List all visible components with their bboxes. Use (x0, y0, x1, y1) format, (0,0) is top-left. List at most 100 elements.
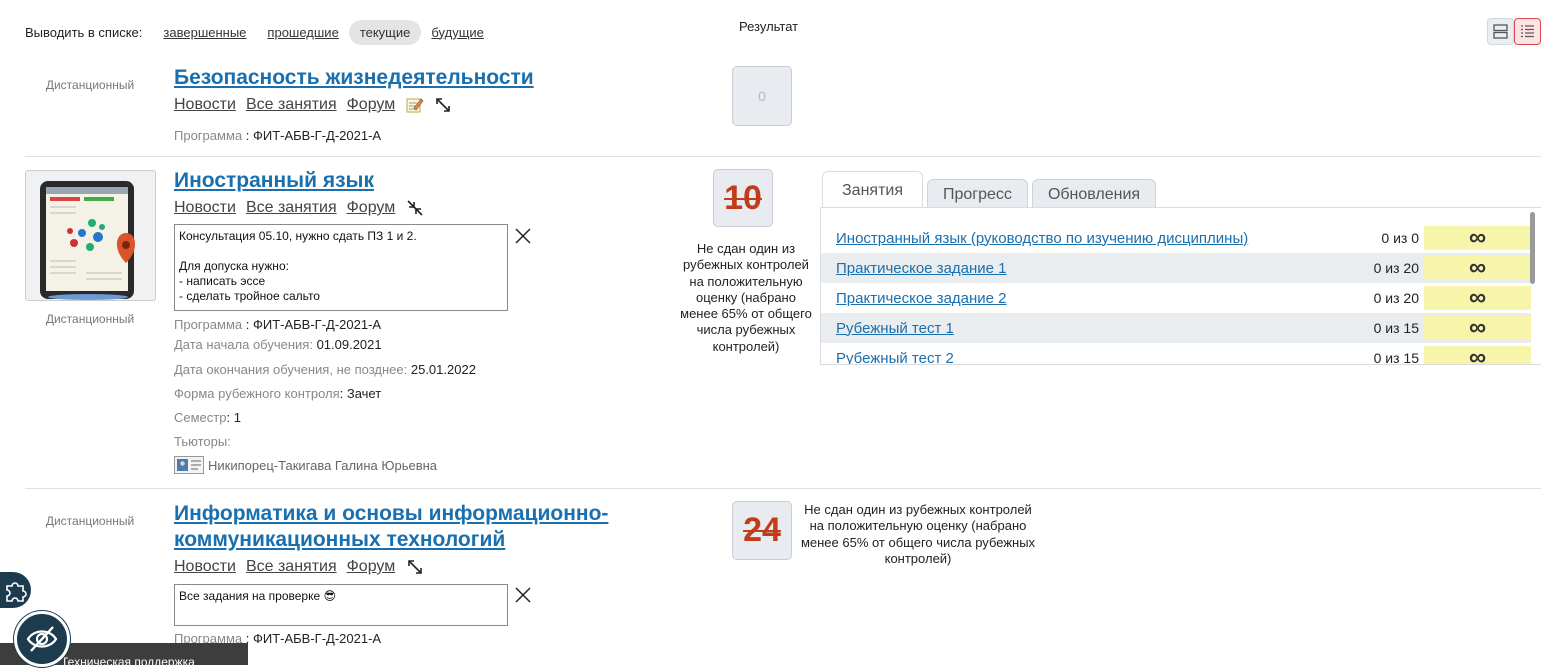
forum-link[interactable]: Форум (347, 558, 396, 576)
filter-current[interactable]: текущие (348, 19, 422, 45)
lesson-row: Иностранный язык (руководство по изучени… (821, 223, 1531, 253)
news-link[interactable]: Новости (174, 558, 236, 576)
program-value: : ФИТ-АБВ-Г-Д-2021-А (245, 631, 382, 646)
program-line: Программа : ФИТ-АБВ-Г-Д-2021-А (174, 317, 381, 332)
attempts-unlimited: ∞ (1424, 284, 1531, 311)
attempts-unlimited: ∞ (1424, 314, 1531, 341)
lesson-link[interactable]: Практическое задание 1 (836, 260, 1007, 277)
attempts-unlimited: ∞ (1424, 224, 1531, 251)
start-date-value: 01.09.2021 (316, 337, 382, 352)
start-date-line: Дата начала обучения: 01.09.2021 (174, 337, 382, 352)
tutor-line: Никипорец-Такигава Галина Юрьевна (174, 456, 437, 474)
course-note[interactable]: Консультация 05.10, нужно сдать ПЗ 1 и 2… (174, 224, 508, 311)
semester-label: Семестр (174, 410, 227, 425)
course-title[interactable]: Безопасность жизнедеятельности (174, 65, 534, 91)
lesson-link[interactable]: Рубежный тест 1 (836, 320, 954, 337)
course-links: Новости Все занятия Форум (174, 557, 433, 577)
lesson-score: 0 из 15 (1373, 320, 1419, 336)
tab-progress[interactable]: Прогресс (927, 179, 1028, 208)
list-view-icon (1521, 25, 1534, 38)
lesson-row: Практическое задание 2 0 из 20 ∞ (821, 283, 1531, 313)
news-link[interactable]: Новости (174, 96, 236, 114)
program-value: : ФИТ-АБВ-Г-Д-2021-А (245, 128, 382, 143)
lessons-scrollbar[interactable] (1530, 212, 1535, 284)
score-badge: 10 (713, 169, 773, 227)
lesson-link[interactable]: Практическое задание 2 (836, 290, 1007, 307)
attempts-unlimited: ∞ (1424, 254, 1531, 281)
result-column-header: Результат (739, 19, 799, 34)
expand-icon[interactable] (405, 557, 425, 577)
study-type: Дистанционный (45, 78, 135, 92)
course-title-line: Информатика и основы информационно- (174, 502, 609, 525)
control-form-value: : Зачет (339, 386, 382, 401)
score-badge: 0 (732, 66, 792, 126)
lesson-link[interactable]: Иностранный язык (руководство по изучени… (836, 230, 1248, 247)
tutor-name[interactable]: Никипорец-Такигава Галина Юрьевна (208, 458, 437, 473)
tutor-card-icon[interactable] (174, 456, 204, 474)
lesson-link[interactable]: Рубежный тест 2 (836, 350, 954, 365)
course-title[interactable]: Информатика и основы информационно- комм… (174, 501, 608, 553)
tab-lessons[interactable]: Занятия (822, 171, 923, 208)
course-row: Дистанционный Иностранный язык Новости В… (25, 157, 1541, 488)
score-badge: 24 (732, 501, 792, 560)
program-label: Программа (174, 128, 243, 143)
lesson-row: Рубежный тест 1 0 из 15 ∞ (821, 313, 1531, 343)
course-links: Новости Все занятия Форум (174, 95, 461, 115)
study-type: Дистанционный (45, 312, 135, 326)
all-lessons-link[interactable]: Все занятия (246, 199, 337, 217)
tab-updates[interactable]: Обновления (1031, 179, 1157, 208)
filter-past[interactable]: прошедшие (267, 25, 338, 40)
all-lessons-link[interactable]: Все занятия (246, 96, 337, 114)
course-title-line: коммуникационных технологий (174, 528, 506, 551)
news-link[interactable]: Новости (174, 199, 236, 217)
course-tabs: Занятия Прогресс Обновления (822, 171, 1160, 208)
tutors-label: Тьюторы: (174, 434, 231, 449)
program-line: Программа : ФИТ-АБВ-Г-Д-2021-А (174, 128, 381, 143)
cards-view-button[interactable] (1487, 18, 1514, 45)
start-date-label: Дата начала обучения: (174, 337, 313, 352)
study-type: Дистанционный (45, 514, 135, 528)
list-filter: Выводить в списке: завершенные прошедшие… (25, 18, 505, 46)
filter-completed[interactable]: завершенные (163, 25, 246, 40)
forum-link[interactable]: Форум (347, 96, 396, 114)
end-date-line: Дата окончания обучения, не позднее: 25.… (174, 362, 476, 377)
filter-future[interactable]: будущие (431, 25, 484, 40)
program-value: : ФИТ-АБВ-Г-Д-2021-А (245, 317, 382, 332)
close-icon[interactable] (513, 226, 533, 246)
course-links: Новости Все занятия Форум (174, 198, 433, 218)
forum-link[interactable]: Форум (347, 199, 396, 217)
control-form-label: Форма рубежного контроля (174, 386, 340, 401)
list-view-button[interactable] (1514, 18, 1541, 45)
program-label: Программа (174, 317, 243, 332)
close-icon[interactable] (513, 585, 533, 605)
hidden-eye-icon (26, 626, 58, 652)
cards-view-icon (1493, 24, 1508, 39)
score-note: Не сдан один из рубежных контролей на по… (800, 502, 1036, 566)
semester-line: Семестр: 1 (174, 410, 241, 425)
control-form-line: Форма рубежного контроля: Зачет (174, 386, 381, 401)
expand-icon[interactable] (433, 95, 453, 115)
all-lessons-link[interactable]: Все занятия (246, 558, 337, 576)
end-date-value: 25.01.2022 (410, 362, 476, 377)
puzzle-icon (5, 582, 27, 602)
semester-value: : 1 (226, 410, 241, 425)
end-date-label: Дата окончания обучения, не позднее: (174, 362, 408, 377)
extensions-button[interactable] (0, 572, 31, 608)
edit-note-icon[interactable] (405, 95, 425, 115)
lesson-score: 0 из 20 (1373, 260, 1419, 276)
accessibility-button[interactable] (14, 611, 70, 667)
lesson-row: Практическое задание 1 0 из 20 ∞ (821, 253, 1531, 283)
filter-label: Выводить в списке: (25, 24, 143, 40)
lessons-list[interactable]: Иностранный язык (руководство по изучени… (820, 207, 1541, 365)
course-note[interactable]: Все задания на проверке 😎 (174, 584, 508, 626)
course-thumbnail[interactable] (25, 170, 156, 301)
lesson-score: 0 из 15 (1373, 350, 1419, 365)
course-row: Дистанционный Безопасность жизнедеятельн… (25, 56, 1541, 156)
lesson-row: Рубежный тест 2 0 из 15 ∞ (821, 343, 1531, 365)
collapse-icon[interactable] (405, 198, 425, 218)
lesson-score: 0 из 0 (1381, 230, 1419, 246)
course-title[interactable]: Иностранный язык (174, 168, 374, 194)
course-row: Дистанционный Информатика и основы инфор… (25, 489, 1541, 662)
attempts-unlimited: ∞ (1424, 344, 1531, 364)
lesson-score: 0 из 20 (1373, 290, 1419, 306)
